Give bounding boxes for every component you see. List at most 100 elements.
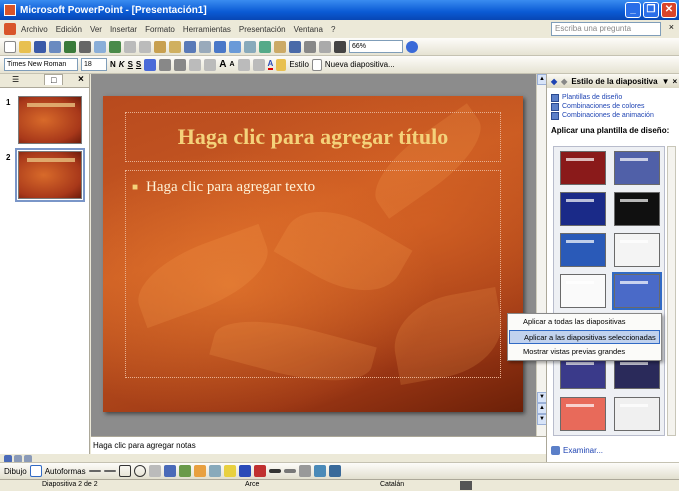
dash-style-icon[interactable] [283,469,296,473]
back-icon[interactable]: ◆ [551,77,557,86]
animation-schemes-link[interactable]: Combinaciones de animación [547,111,679,120]
shrink-font-button[interactable]: A [229,61,234,68]
tables-borders-icon[interactable] [244,40,256,53]
restore-button[interactable]: ❐ [643,2,659,18]
template-gallery-scrollbar[interactable] [667,146,676,436]
template-thumbnail[interactable] [614,192,660,226]
new-icon[interactable] [4,40,16,53]
template-thumbnail[interactable] [614,397,660,431]
show-large-previews[interactable]: Mostrar vistas previas grandes [509,345,660,359]
title-placeholder[interactable]: Haga clic para agregar título [125,112,501,162]
grid-icon[interactable] [319,40,331,53]
3d-icon[interactable] [328,465,341,477]
menu-ventana[interactable]: Ventana [294,25,323,34]
chart-icon[interactable] [214,40,226,53]
body-placeholder[interactable]: ■ Haga clic para agregar texto [125,170,501,378]
text-box-icon[interactable] [148,465,161,477]
permission-icon[interactable] [49,40,61,53]
expand-all-icon[interactable] [289,40,301,53]
copy-icon[interactable] [139,40,151,53]
print-preview-icon[interactable] [94,40,106,53]
align-left-icon[interactable] [144,58,157,71]
line-style-icon[interactable] [268,469,281,473]
tab-outline[interactable]: ☰ [12,75,19,84]
paste-icon[interactable] [154,40,166,53]
font-color-icon[interactable] [253,465,266,477]
shadow-button[interactable]: S [136,60,141,69]
menu-insertar[interactable]: Insertar [110,25,137,34]
template-thumbnail[interactable] [560,274,606,308]
italic-button[interactable]: K [119,60,125,69]
template-thumbnail[interactable] [560,192,606,226]
font-size-select[interactable]: 18 [81,58,107,71]
fill-color-icon[interactable] [223,465,236,477]
forward-icon[interactable]: ◆ [561,77,567,86]
insert-picture-icon[interactable] [274,40,286,53]
template-thumbnail[interactable] [614,233,660,267]
increase-indent-icon[interactable] [252,58,265,71]
line-color-icon[interactable] [238,465,251,477]
design-button[interactable]: Estilo [289,60,309,69]
font-color-button[interactable]: A [267,59,274,70]
arrow-icon[interactable] [103,470,116,472]
menu-herramientas[interactable]: Herramientas [183,25,231,34]
save-icon[interactable] [34,40,46,53]
shadow-icon[interactable] [313,465,326,477]
template-thumbnail-selected[interactable] [612,272,662,310]
close-document-button[interactable]: × [669,22,674,32]
align-center-icon[interactable] [159,58,172,71]
underline-button[interactable]: S [128,60,133,69]
decrease-indent-icon[interactable] [237,58,250,71]
line-icon[interactable] [88,470,101,472]
template-thumbnail[interactable] [614,151,660,185]
insert-chart-icon[interactable] [259,40,271,53]
menu-edicion[interactable]: Edición [56,25,82,34]
tab-slides[interactable]: □ [44,74,64,85]
slide-thumbnail-2[interactable] [15,148,85,202]
template-thumbnail[interactable] [560,233,606,267]
align-right-icon[interactable] [174,58,187,71]
slide-scrollbar[interactable]: ▲ ▼ ▲ ▼ [536,74,547,436]
clip-art-icon[interactable] [193,465,206,477]
bold-button[interactable]: N [110,60,116,69]
menu-ver[interactable]: Ver [90,25,102,34]
template-thumbnail[interactable] [560,397,606,431]
browse-link[interactable]: Examinar... [551,446,603,455]
show-formatting-icon[interactable] [304,40,316,53]
spelling-status-icon[interactable] [460,481,472,490]
grow-font-button[interactable]: A [219,59,226,70]
new-slide-button[interactable]: Nueva diapositiva... [325,60,395,69]
menu-help[interactable]: ? [331,25,335,34]
document-icon[interactable] [4,23,16,35]
apply-to-selected-slides[interactable]: Aplicar a las diapositivas seleccionadas [509,330,660,344]
table-icon[interactable] [229,40,241,53]
format-painter-icon[interactable] [169,40,181,53]
font-name-select[interactable]: Times New Roman [4,58,78,71]
menu-archivo[interactable]: Archivo [21,25,48,34]
arrow-style-icon[interactable] [298,465,311,477]
close-button[interactable]: ✕ [661,2,677,18]
notes-pane[interactable]: Haga clic para agregar notas [91,436,546,454]
menu-formato[interactable]: Formato [145,25,175,34]
current-slide[interactable]: Haga clic para agregar título ■ Haga clic… [103,96,523,412]
oval-icon[interactable] [133,465,146,477]
ask-question-input[interactable]: Escriba una pregunta [551,22,661,36]
color-schemes-link[interactable]: Combinaciones de colores [547,102,679,111]
open-icon[interactable] [19,40,31,53]
panel-close-button[interactable]: × [78,74,84,85]
bullets-icon[interactable] [204,58,217,71]
print-icon[interactable] [79,40,91,53]
wordart-icon[interactable] [163,465,176,477]
draw-menu-button[interactable]: Dibujo [4,467,27,476]
zoom-select[interactable]: 66% [349,40,403,53]
color-grayscale-icon[interactable] [334,40,346,53]
template-thumbnail[interactable] [560,151,606,185]
picture-icon[interactable] [208,465,221,477]
slide-thumbnail-1[interactable] [18,96,82,144]
spelling-icon[interactable] [109,40,121,53]
email-icon[interactable] [64,40,76,53]
select-objects-icon[interactable] [29,465,42,477]
autoshapes-button[interactable]: Autoformas [45,467,86,476]
apply-to-all-slides[interactable]: Aplicar a todas las diapositivas [509,315,660,329]
rectangle-icon[interactable] [118,465,131,477]
